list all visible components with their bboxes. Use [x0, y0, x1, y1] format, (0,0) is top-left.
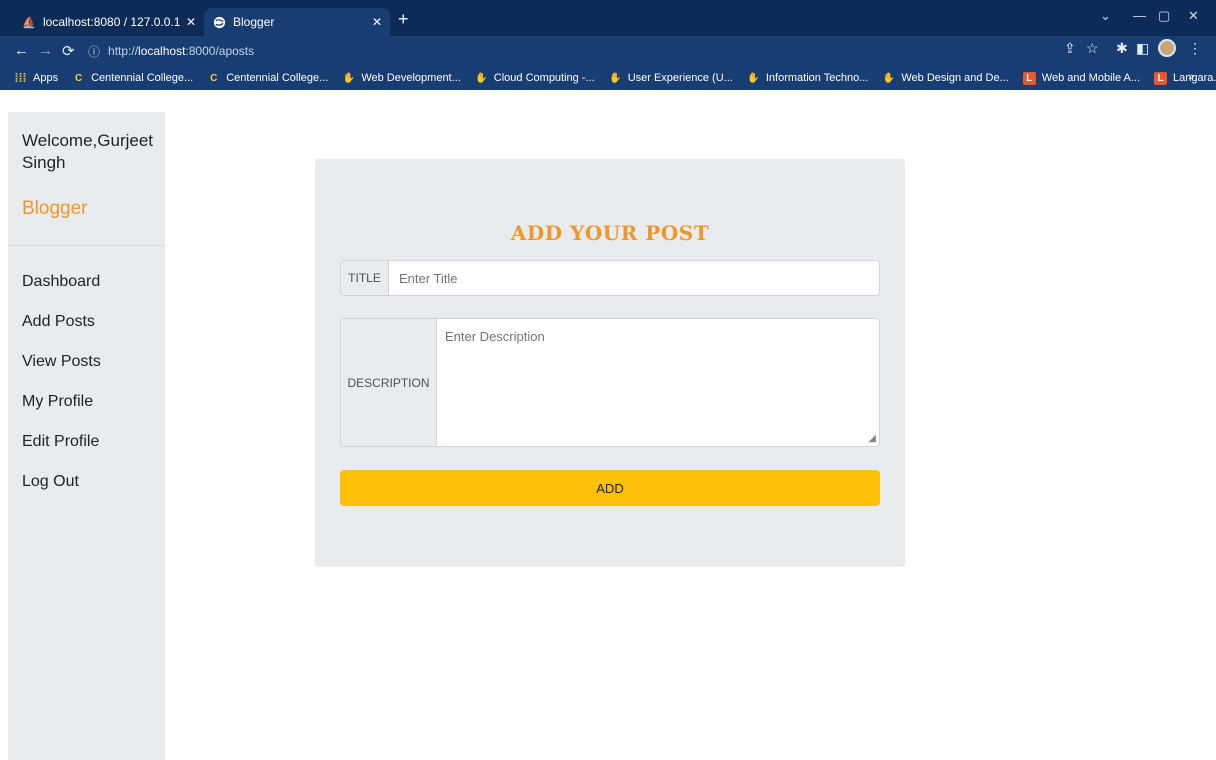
bookmark-label: Web Design and De...: [901, 72, 1009, 84]
title-input-group: TITLE: [340, 260, 880, 296]
extensions-puzzle-icon[interactable]: ✱: [1116, 40, 1128, 57]
bookmark-langara-programs[interactable]: L Langara. Programs...: [1154, 71, 1216, 85]
bookmark-label: Information Techno...: [765, 72, 869, 84]
welcome-message: Welcome,Gurjeet Singh: [22, 131, 154, 172]
add-post-button[interactable]: ADD: [340, 470, 880, 506]
close-tab-icon[interactable]: ✕: [372, 15, 382, 29]
back-arrow-icon[interactable]: ←: [14, 42, 29, 59]
course-icon: ✋: [882, 72, 896, 84]
sidebar-item-log-out[interactable]: Log Out: [22, 470, 101, 510]
bookmark-label: Centennial College...: [91, 72, 194, 84]
tab-phpmyadmin[interactable]: ⛵ localhost:8080 / 127.0.0.1 | phpM ✕: [14, 8, 204, 36]
bookmark-star-icon[interactable]: ☆: [1086, 40, 1099, 57]
globe-icon: [212, 15, 226, 29]
bookmark-user-experience[interactable]: ✋ User Experience (U...: [609, 72, 733, 85]
bookmark-label: User Experience (U...: [627, 72, 733, 84]
side-panel-icon[interactable]: ◧: [1136, 40, 1149, 57]
bookmark-web-development[interactable]: ✋ Web Development...: [342, 72, 461, 85]
sidebar-divider: [8, 245, 165, 246]
minimize-icon[interactable]: —: [1133, 8, 1146, 23]
sidebar-item-add-posts[interactable]: Add Posts: [22, 310, 101, 350]
sidebar-nav: Dashboard Add Posts View Posts My Profil…: [22, 270, 101, 510]
tab-blogger[interactable]: Blogger ✕: [204, 8, 390, 36]
site-info-icon[interactable]: ⓘ: [88, 43, 100, 60]
bookmark-label: Langara. Programs...: [1173, 72, 1216, 84]
brand-title[interactable]: Blogger: [22, 198, 88, 220]
sidebar-item-dashboard[interactable]: Dashboard: [22, 270, 101, 310]
bookmarks-bar: ⁞⁞⁞ Apps C Centennial College... C Cente…: [0, 66, 1216, 90]
tab-title: Blogger: [233, 15, 275, 29]
restore-icon[interactable]: ▢: [1158, 8, 1170, 24]
share-icon[interactable]: ⇪: [1064, 40, 1076, 57]
sidebar-item-edit-profile[interactable]: Edit Profile: [22, 430, 101, 470]
description-label: DESCRIPTION: [341, 319, 437, 446]
bookmark-cloud-computing[interactable]: ✋ Cloud Computing -...: [475, 72, 595, 85]
bookmark-label: Web and Mobile A...: [1041, 72, 1141, 84]
add-post-card: ADD YOUR POST TITLE DESCRIPTION ◢ ADD: [315, 159, 905, 567]
more-menu-icon[interactable]: ⋮: [1188, 40, 1202, 57]
url-scheme: http://: [108, 44, 139, 58]
bookmark-centennial-2[interactable]: C Centennial College...: [207, 72, 328, 85]
resize-grip-icon[interactable]: ◢: [868, 433, 876, 444]
langara-icon: L: [1154, 71, 1168, 85]
course-icon: ✋: [747, 72, 760, 84]
bookmark-web-mobile[interactable]: L Web and Mobile A...: [1022, 71, 1141, 85]
description-input-group: DESCRIPTION ◢: [340, 318, 880, 447]
profile-avatar[interactable]: [1158, 39, 1176, 57]
close-tab-icon[interactable]: ✕: [186, 15, 196, 29]
tab-search-icon[interactable]: ⌄: [1100, 8, 1111, 24]
bookmark-apps[interactable]: ⁞⁞⁞ Apps: [14, 71, 59, 85]
title-input[interactable]: [389, 261, 879, 295]
browser-toolbar: ← → ⟳ ⓘ http://localhost:8000/aposts ⇪ ☆…: [0, 36, 1216, 90]
reload-icon[interactable]: ⟳: [62, 42, 75, 60]
tab-title: localhost:8080 / 127.0.0.1 | phpM: [43, 15, 180, 29]
form-heading: ADD YOUR POST: [510, 221, 710, 245]
bookmark-label: Web Development...: [361, 72, 461, 84]
bookmark-centennial-1[interactable]: C Centennial College...: [72, 72, 193, 85]
bookmark-label: Apps: [33, 72, 59, 84]
forward-arrow-icon[interactable]: →: [38, 42, 53, 59]
course-icon: ✋: [342, 72, 356, 84]
sidebar: Welcome,Gurjeet Singh Blogger Dashboard …: [8, 112, 165, 760]
url-host: localhost: [138, 44, 186, 58]
course-icon: ✋: [608, 72, 622, 84]
langara-icon: L: [1022, 71, 1036, 85]
bookmark-label: Cloud Computing -...: [493, 72, 595, 84]
apps-grid-icon: ⁞⁞⁞: [14, 71, 27, 85]
new-tab-button[interactable]: +: [398, 9, 409, 30]
phpmyadmin-icon: ⛵: [22, 16, 36, 29]
centennial-icon: C: [210, 72, 218, 84]
bookmark-web-design[interactable]: ✋ Web Design and De...: [882, 72, 1009, 85]
bookmark-information-technology[interactable]: ✋ Information Techno...: [747, 72, 869, 85]
browser-tab-strip: ⛵ localhost:8080 / 127.0.0.1 | phpM ✕ Bl…: [0, 0, 1216, 36]
bookmark-label: Centennial College...: [226, 72, 329, 84]
description-textarea[interactable]: [437, 319, 879, 446]
sidebar-item-view-posts[interactable]: View Posts: [22, 350, 101, 390]
course-icon: ✋: [475, 72, 488, 84]
url-path: :8000/aposts: [185, 44, 255, 58]
address-bar[interactable]: ⓘ http://localhost:8000/aposts: [88, 40, 1100, 62]
close-window-icon[interactable]: ✕: [1188, 8, 1199, 24]
title-label: TITLE: [341, 261, 389, 295]
centennial-icon: C: [74, 72, 83, 84]
bookmarks-overflow-icon[interactable]: »: [1188, 71, 1194, 83]
sidebar-item-my-profile[interactable]: My Profile: [22, 390, 101, 430]
